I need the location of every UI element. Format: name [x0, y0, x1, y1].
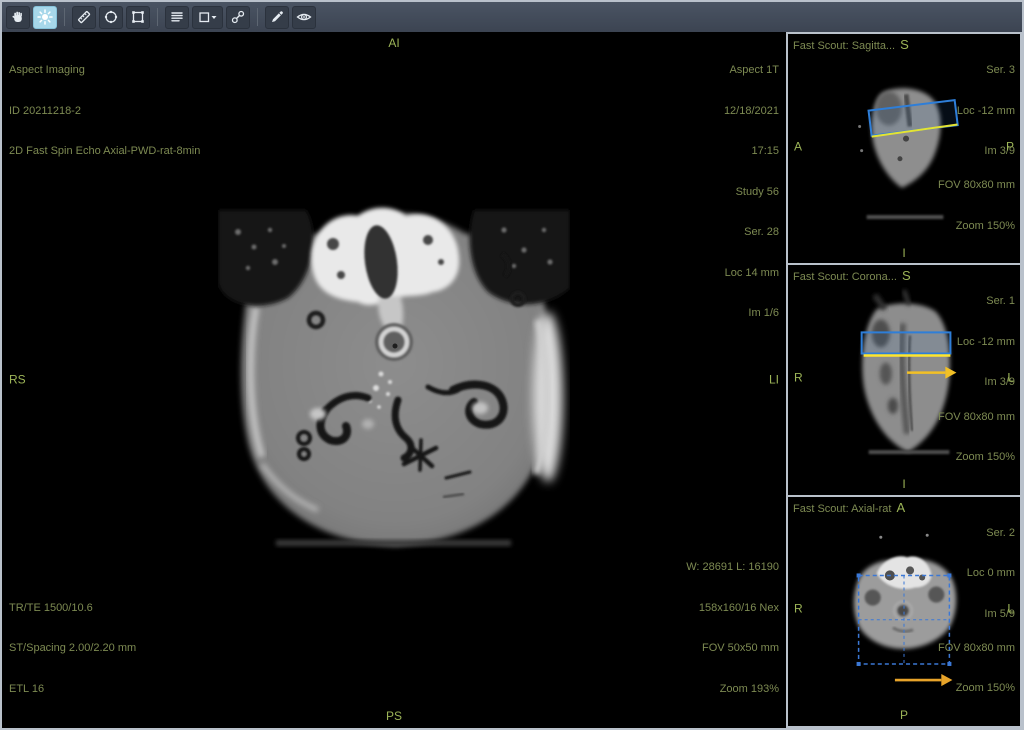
series-number: Ser. 1 — [957, 295, 1015, 309]
orientation-top-label: S — [902, 268, 911, 283]
slice-location: Loc 0 mm — [967, 567, 1015, 581]
axial-mri-image — [218, 202, 570, 554]
scan-date: 12/18/2021 — [724, 105, 779, 119]
etl: ETL 16 — [9, 683, 136, 697]
zoom-value: Zoom 150% — [938, 220, 1015, 234]
tr-te: TR/TE 1500/10.6 — [9, 602, 136, 616]
link-icon — [230, 9, 246, 25]
tag-button[interactable] — [265, 6, 289, 29]
orientation-left-label: R — [794, 603, 803, 617]
ellipse-icon — [103, 9, 119, 25]
rectangle-icon — [130, 9, 146, 25]
orientation-left-label: R — [794, 372, 803, 386]
layout-button[interactable] — [192, 6, 223, 29]
measure-button[interactable] — [72, 6, 96, 29]
fov-value: FOV 80x80 mm — [938, 179, 1015, 193]
annotations-button[interactable] — [165, 6, 189, 29]
orientation-bottom-label: PS — [2, 710, 786, 724]
brightness-icon — [37, 9, 53, 25]
slice-location: Loc -12 mm — [957, 105, 1015, 119]
orientation-bottom-label: I — [788, 247, 1020, 261]
panel-title: Fast Scout: Sagitta... S — [793, 37, 909, 52]
window-level-values: W: 28691 L: 16190 — [686, 561, 779, 575]
content-area: Aspect Imaging ID 20211218-2 2D Fast Spi… — [2, 32, 1022, 728]
scout-title: Fast Scout: Corona... — [793, 271, 897, 283]
image-number: Im 1/6 — [724, 307, 779, 321]
panel-title: Fast Scout: Axial-rat A — [793, 500, 905, 515]
orientation-bottom-label: P — [788, 709, 1020, 723]
study-number: Study 56 — [724, 186, 779, 200]
toolbar-separator — [64, 8, 65, 26]
scout-column: Fast Scout: Sagitta... S Ser. 3 Loc -12 m… — [786, 32, 1022, 728]
scout-display-info: FOV 80x80 mm Zoom 150% — [938, 615, 1015, 723]
main-viewport[interactable]: Aspect Imaging ID 20211218-2 2D Fast Spi… — [2, 32, 786, 728]
fov-value: FOV 50x50 mm — [686, 642, 779, 656]
orientation-top-label: AI — [2, 37, 786, 51]
eye-icon — [296, 9, 312, 25]
patient-id: ID 20211218-2 — [9, 105, 200, 119]
scout-panel-sagittal[interactable]: Fast Scout: Sagitta... S Ser. 3 Loc -12 m… — [788, 34, 1020, 263]
matrix-nex: 158x160/16 Nex — [686, 602, 779, 616]
slice-location: Loc -12 mm — [957, 336, 1015, 350]
series-info-overlay: Aspect 1T 12/18/2021 17:15 Study 56 Ser.… — [724, 37, 779, 348]
scout-panel-coronal[interactable]: Fast Scout: Corona... S Ser. 1 Loc -12 mm… — [788, 265, 1020, 494]
orientation-left-label: RS — [9, 373, 26, 387]
orientation-bottom-label: I — [788, 478, 1020, 492]
scout-title: Fast Scout: Axial-rat — [793, 503, 891, 515]
scan-time: 17:15 — [724, 145, 779, 159]
scout-display-info: FOV 80x80 mm Zoom 150% — [938, 384, 1015, 492]
fov-value: FOV 80x80 mm — [938, 642, 1015, 656]
display-params-overlay: W: 28691 L: 16190 158x160/16 Nex FOV 50x… — [686, 534, 779, 723]
zoom-value: Zoom 150% — [938, 451, 1015, 465]
lines-icon — [169, 9, 185, 25]
toolbar-separator — [157, 8, 158, 26]
scout-panel-axial[interactable]: Fast Scout: Axial-ratA Ser. 2 Loc 0 mm I… — [788, 497, 1020, 726]
layout-dropdown-icon — [197, 9, 219, 25]
brush-icon — [269, 9, 285, 25]
fov-value: FOV 80x80 mm — [938, 411, 1015, 425]
panel-title: Fast Scout: Corona... S — [793, 268, 911, 283]
ellipse-roi-button[interactable] — [99, 6, 123, 29]
slice-location: Loc 14 mm — [724, 267, 779, 281]
vendor-label: Aspect Imaging — [9, 64, 200, 78]
zoom-value: Zoom 193% — [686, 683, 779, 697]
series-number: Ser. 28 — [724, 226, 779, 240]
visibility-button[interactable] — [292, 6, 316, 29]
window-level-button[interactable] — [33, 6, 57, 29]
acquisition-params-overlay: TR/TE 1500/10.6 ST/Spacing 2.00/2.20 mm … — [9, 575, 136, 724]
orientation-left-label: A — [794, 140, 802, 154]
scout-title: Fast Scout: Sagitta... — [793, 40, 895, 52]
orientation-right-label: LI — [769, 373, 779, 387]
series-number: Ser. 3 — [957, 64, 1015, 78]
series-number: Ser. 2 — [967, 527, 1015, 541]
rectangle-roi-button[interactable] — [126, 6, 150, 29]
ruler-icon — [76, 9, 92, 25]
scanner-label: Aspect 1T — [724, 64, 779, 78]
hand-icon — [10, 9, 26, 25]
zoom-value: Zoom 150% — [938, 682, 1015, 696]
orientation-top-label: S — [900, 37, 909, 52]
toolbar-separator — [257, 8, 258, 26]
orientation-top-label: A — [896, 500, 905, 515]
slice-thickness: ST/Spacing 2.00/2.20 mm — [9, 642, 136, 656]
link-series-button[interactable] — [226, 6, 250, 29]
pan-button[interactable] — [6, 6, 30, 29]
scout-display-info: FOV 80x80 mm Zoom 150% — [938, 152, 1015, 260]
toolbar — [2, 2, 1022, 32]
study-info-overlay: Aspect Imaging ID 20211218-2 2D Fast Spi… — [9, 37, 200, 186]
sequence-name: 2D Fast Spin Echo Axial-PWD-rat-8min — [9, 145, 200, 159]
mri-viewer-window: Aspect Imaging ID 20211218-2 2D Fast Spi… — [0, 0, 1024, 730]
